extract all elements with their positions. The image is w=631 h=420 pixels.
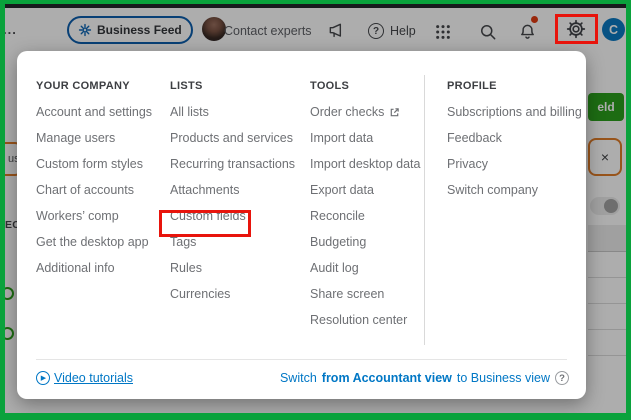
menu-item-label: Privacy bbox=[447, 157, 488, 171]
menu-item-export-data[interactable]: Export data bbox=[310, 177, 420, 203]
menu-item-label: Import data bbox=[310, 131, 373, 145]
settings-menu-panel: YOUR COMPANY Account and settings Manage u… bbox=[17, 51, 586, 399]
menu-column-title: PROFILE bbox=[447, 80, 582, 99]
menu-item-additional-info[interactable]: Additional info bbox=[36, 255, 152, 281]
menu-item-feedback[interactable]: Feedback bbox=[447, 125, 582, 151]
menu-column-title: YOUR COMPANY bbox=[36, 80, 152, 99]
menu-item-recurring-transactions[interactable]: Recurring transactions bbox=[170, 151, 295, 177]
profile-column-divider bbox=[424, 75, 425, 345]
menu-column-profile: PROFILE Subscriptions and billing Feedback… bbox=[447, 80, 582, 203]
switch-suffix: to Business view bbox=[457, 371, 550, 385]
menu-item-label: Custom form styles bbox=[36, 157, 143, 171]
menu-item-label: Import desktop data bbox=[310, 157, 420, 171]
annotation-box-custom-fields bbox=[159, 210, 251, 237]
menu-item-label: Budgeting bbox=[310, 235, 366, 249]
menu-item-chart-of-accounts[interactable]: Chart of accounts bbox=[36, 177, 152, 203]
switch-bold-text: from Accountant view bbox=[322, 371, 452, 385]
menu-item-label: Export data bbox=[310, 183, 374, 197]
menu-item-account-and-settings[interactable]: Account and settings bbox=[36, 99, 152, 125]
menu-item-label: Feedback bbox=[447, 131, 502, 145]
menu-item-label: Order checks bbox=[310, 105, 384, 119]
menu-item-label: Reconcile bbox=[310, 209, 365, 223]
play-icon: ▶ bbox=[36, 371, 50, 385]
menu-item-label: Get the desktop app bbox=[36, 235, 149, 249]
menu-item-label: Workers’ comp bbox=[36, 209, 119, 223]
menu-item-get-the-desktop-app[interactable]: Get the desktop app bbox=[36, 229, 152, 255]
menu-column-lists: LISTS All lists Products and services Recur… bbox=[170, 80, 295, 307]
menu-item-products-and-services[interactable]: Products and services bbox=[170, 125, 295, 151]
menu-item-switch-company[interactable]: Switch company bbox=[447, 177, 582, 203]
menu-item-manage-users[interactable]: Manage users bbox=[36, 125, 152, 151]
switch-view-help-icon[interactable]: ? bbox=[555, 371, 569, 385]
menu-item-share-screen[interactable]: Share screen bbox=[310, 281, 420, 307]
menu-item-label: Attachments bbox=[170, 183, 239, 197]
menu-item-label: Switch company bbox=[447, 183, 538, 197]
menu-item-custom-form-styles[interactable]: Custom form styles bbox=[36, 151, 152, 177]
menu-item-label: Tags bbox=[170, 235, 196, 249]
menu-item-label: Products and services bbox=[170, 131, 293, 145]
footer-divider bbox=[36, 359, 567, 360]
menu-item-audit-log[interactable]: Audit log bbox=[310, 255, 420, 281]
menu-item-label: Additional info bbox=[36, 261, 115, 275]
external-link-icon bbox=[389, 107, 400, 118]
menu-item-label: Resolution center bbox=[310, 313, 407, 327]
menu-item-label: Rules bbox=[170, 261, 202, 275]
menu-item-rules[interactable]: Rules bbox=[170, 255, 295, 281]
menu-item-label: Manage users bbox=[36, 131, 115, 145]
quickbooks-page: ... Business Feed Contact experts ? Help bbox=[5, 4, 626, 413]
switch-view-link[interactable]: Switch from Accountant view to Business … bbox=[280, 371, 569, 385]
menu-footer: ▶ Video tutorials Switch from Accountant… bbox=[36, 366, 569, 390]
menu-item-import-data[interactable]: Import data bbox=[310, 125, 420, 151]
annotation-box-gear bbox=[555, 14, 598, 44]
menu-item-all-lists[interactable]: All lists bbox=[170, 99, 295, 125]
video-tutorials-link[interactable]: ▶ Video tutorials bbox=[36, 371, 133, 385]
menu-column-tools: TOOLS Order checks Import data Import deskt… bbox=[310, 80, 420, 333]
menu-item-attachments[interactable]: Attachments bbox=[170, 177, 295, 203]
menu-item-import-desktop-data[interactable]: Import desktop data bbox=[310, 151, 420, 177]
menu-column-your-company: YOUR COMPANY Account and settings Manage u… bbox=[36, 80, 152, 281]
menu-item-resolution-center[interactable]: Resolution center bbox=[310, 307, 420, 333]
screenshot-frame: ... Business Feed Contact experts ? Help bbox=[0, 0, 631, 420]
menu-item-currencies[interactable]: Currencies bbox=[170, 281, 295, 307]
menu-column-title: LISTS bbox=[170, 80, 295, 99]
menu-item-budgeting[interactable]: Budgeting bbox=[310, 229, 420, 255]
video-tutorials-label: Video tutorials bbox=[54, 371, 133, 385]
menu-item-order-checks[interactable]: Order checks bbox=[310, 99, 420, 125]
menu-item-workers-comp[interactable]: Workers’ comp bbox=[36, 203, 152, 229]
menu-item-label: Currencies bbox=[170, 287, 230, 301]
menu-item-reconcile[interactable]: Reconcile bbox=[310, 203, 420, 229]
menu-item-label: Share screen bbox=[310, 287, 384, 301]
switch-prefix: Switch bbox=[280, 371, 317, 385]
menu-column-title: TOOLS bbox=[310, 80, 420, 99]
menu-item-subscriptions-and-billing[interactable]: Subscriptions and billing bbox=[447, 99, 582, 125]
menu-item-privacy[interactable]: Privacy bbox=[447, 151, 582, 177]
menu-item-label: Chart of accounts bbox=[36, 183, 134, 197]
menu-item-label: Subscriptions and billing bbox=[447, 105, 582, 119]
menu-item-label: Recurring transactions bbox=[170, 157, 295, 171]
menu-item-label: Account and settings bbox=[36, 105, 152, 119]
menu-item-label: Audit log bbox=[310, 261, 359, 275]
menu-item-label: All lists bbox=[170, 105, 209, 119]
